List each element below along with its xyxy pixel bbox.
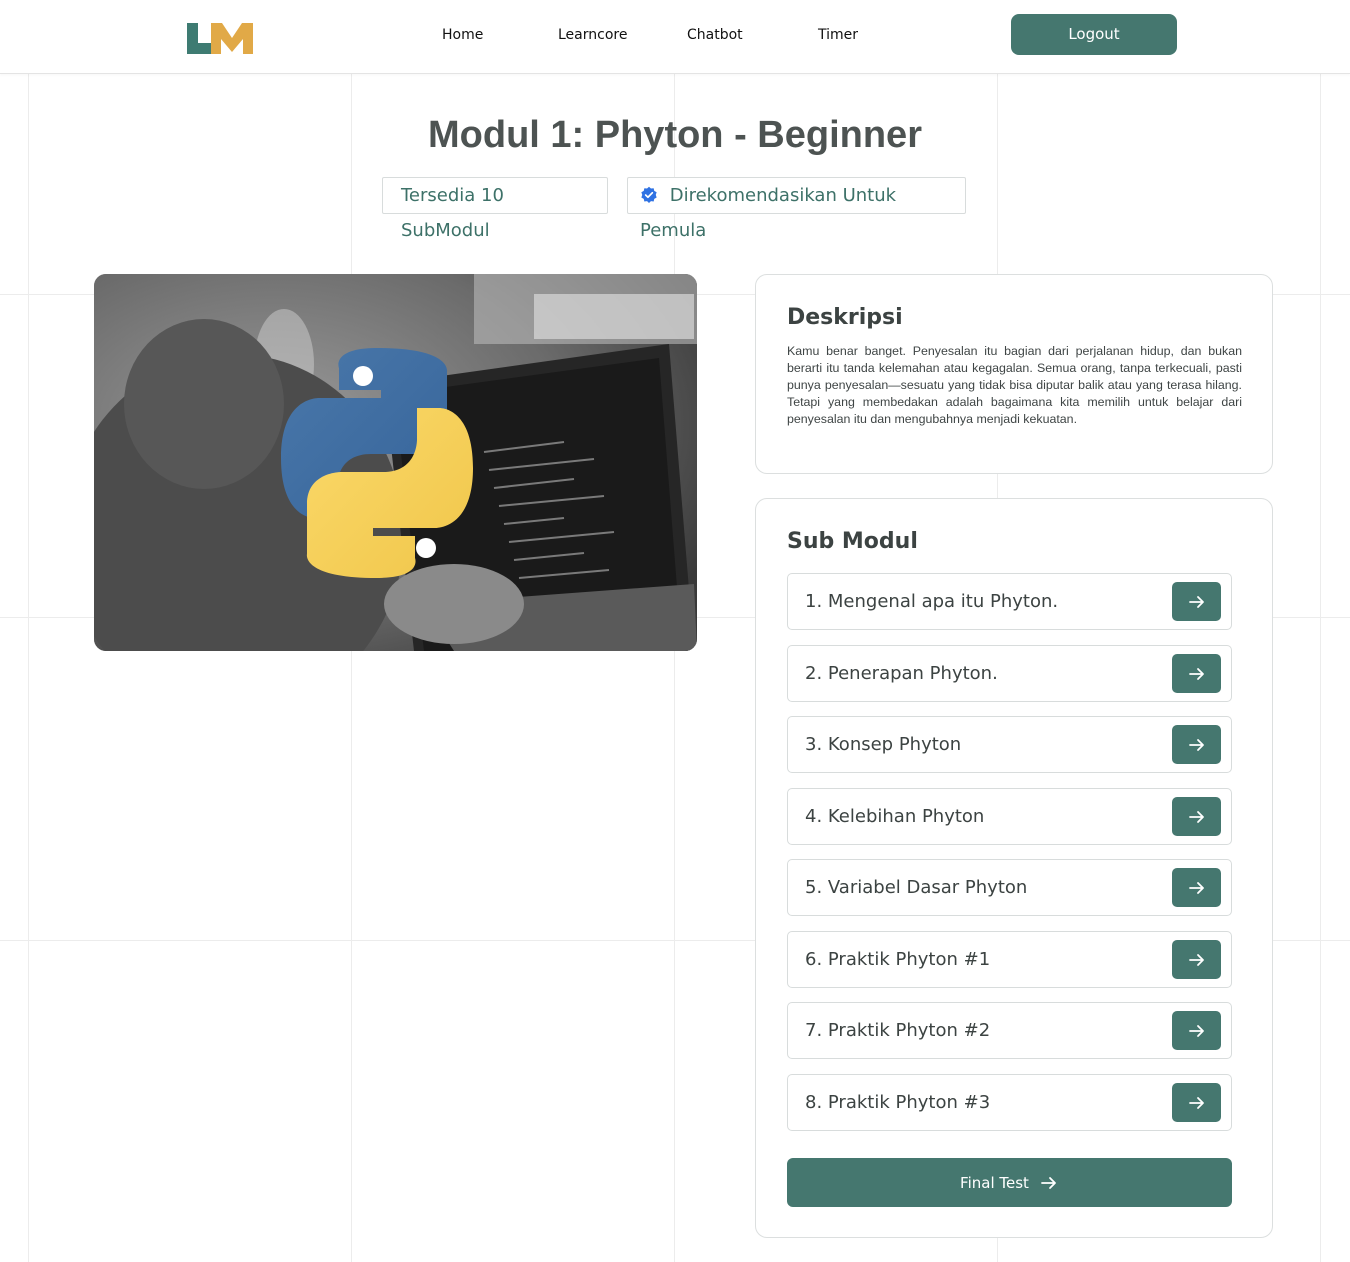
arrow-right-icon [1188, 1024, 1204, 1037]
open-submodule-button[interactable] [1172, 1083, 1221, 1122]
submodule-item[interactable]: 8. Praktik Phyton #3 [787, 1074, 1232, 1131]
nav-chatbot[interactable]: Chatbot [687, 27, 743, 43]
page-title: Modul 1: Phyton - Beginner [428, 114, 922, 156]
open-submodule-button[interactable] [1172, 797, 1221, 836]
recommended-text: Direkomendasikan Untuk Pemula [640, 185, 897, 241]
submodule-label: 2. Penerapan Phyton. [805, 663, 998, 684]
description-card: Deskripsi Kamu benar banget. Penyesalan … [755, 274, 1273, 474]
arrow-right-icon [1188, 1096, 1204, 1109]
recommended-badge: Direkomendasikan Untuk Pemula [627, 177, 966, 241]
arrow-right-icon [1188, 953, 1204, 966]
open-submodule-button[interactable] [1172, 940, 1221, 979]
open-submodule-button[interactable] [1172, 582, 1221, 621]
submodule-item[interactable]: 6. Praktik Phyton #1 [787, 931, 1232, 988]
arrow-right-icon [1188, 810, 1204, 823]
submodule-label: 8. Praktik Phyton #3 [805, 1092, 991, 1113]
module-cover-image [94, 274, 697, 651]
submodule-label: 6. Praktik Phyton #1 [805, 949, 991, 970]
description-heading: Deskripsi [787, 305, 903, 330]
submodule-item[interactable]: 4. Kelebihan Phyton [787, 788, 1232, 845]
arrow-right-icon [1188, 738, 1204, 751]
submodule-label: 5. Variabel Dasar Phyton [805, 877, 1028, 898]
open-submodule-button[interactable] [1172, 725, 1221, 764]
submodule-heading: Sub Modul [787, 529, 918, 554]
submodule-item[interactable]: 2. Penerapan Phyton. [787, 645, 1232, 702]
grid-line [1320, 74, 1321, 1262]
submodule-item[interactable]: 3. Konsep Phyton [787, 716, 1232, 773]
open-submodule-button[interactable] [1172, 1011, 1221, 1050]
python-laptop-photo [94, 274, 697, 651]
arrow-right-icon [1041, 1176, 1056, 1189]
description-text: Kamu benar banget. Penyesalan itu bagian… [787, 344, 1242, 426]
final-test-button[interactable]: Final Test [787, 1158, 1232, 1207]
submodule-count-badge: Tersedia 10 SubModul [382, 177, 608, 241]
submodule-label: 4. Kelebihan Phyton [805, 806, 985, 827]
verified-badge-icon [641, 186, 657, 203]
grid-line [674, 74, 675, 1262]
submodule-label: 7. Praktik Phyton #2 [805, 1020, 991, 1041]
submodule-count-text: Tersedia 10 SubModul [401, 185, 504, 241]
open-submodule-button[interactable] [1172, 654, 1221, 693]
arrow-right-icon [1188, 595, 1204, 608]
submodule-item[interactable]: 7. Praktik Phyton #2 [787, 1002, 1232, 1059]
nav-learncore[interactable]: Learncore [558, 27, 627, 43]
grid-line [351, 74, 352, 1262]
lm-logo[interactable] [187, 22, 253, 55]
arrow-right-icon [1188, 667, 1204, 680]
submodule-item[interactable]: 1. Mengenal apa itu Phyton. [787, 573, 1232, 630]
submodule-item[interactable]: 5. Variabel Dasar Phyton [787, 859, 1232, 916]
open-submodule-button[interactable] [1172, 868, 1221, 907]
final-test-label: Final Test [960, 1173, 1029, 1192]
submodule-card: Sub Modul 1. Mengenal apa itu Phyton. 2.… [755, 498, 1273, 1238]
arrow-right-icon [1188, 881, 1204, 894]
submodule-label: 3. Konsep Phyton [805, 734, 962, 755]
top-navbar: Home Learncore Chatbot Timer Logout [0, 0, 1350, 74]
nav-timer[interactable]: Timer [818, 27, 858, 43]
logout-button[interactable]: Logout [1011, 14, 1177, 55]
grid-line [28, 74, 29, 1262]
submodule-label: 1. Mengenal apa itu Phyton. [805, 591, 1059, 612]
nav-home[interactable]: Home [442, 27, 483, 43]
